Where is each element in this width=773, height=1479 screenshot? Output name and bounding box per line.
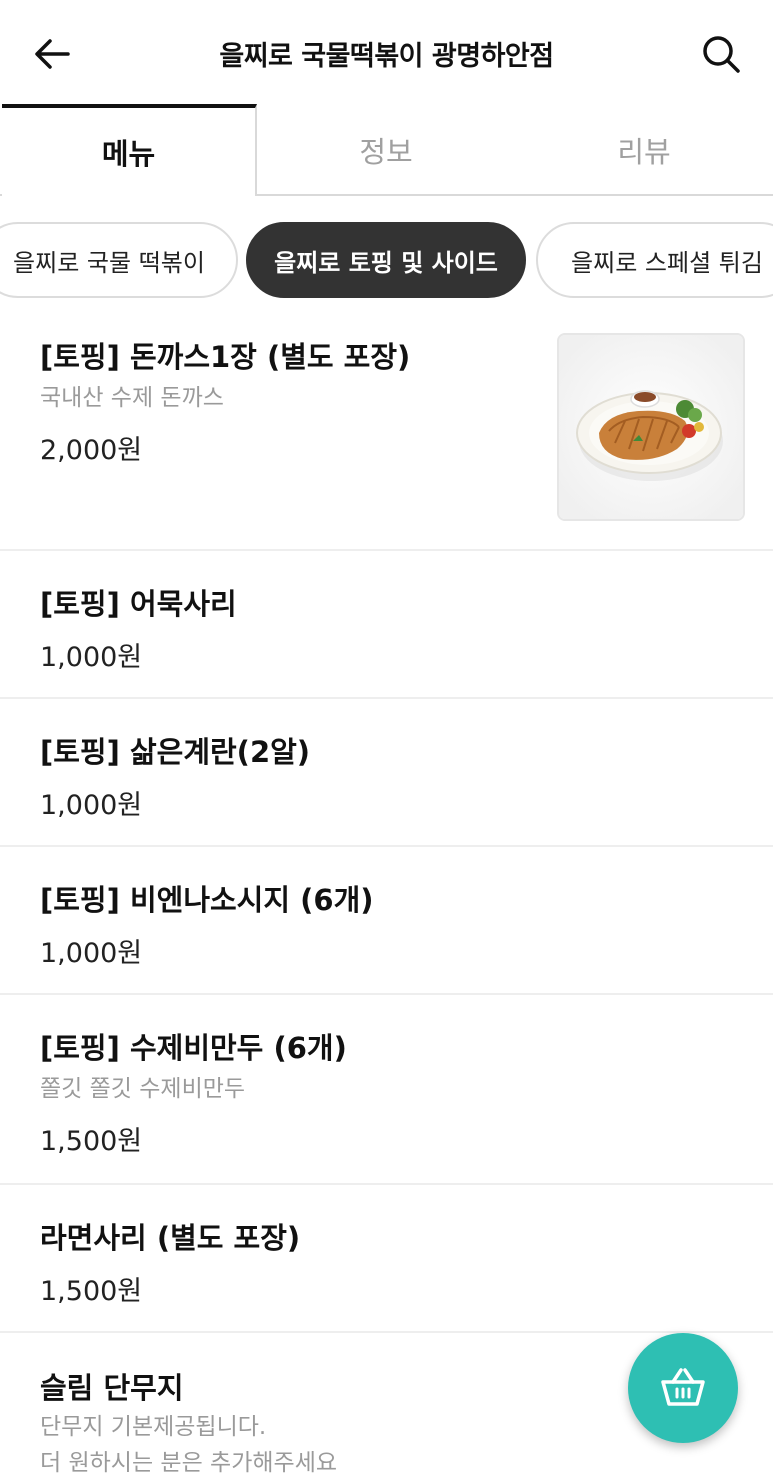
- search-button[interactable]: [697, 30, 745, 78]
- menu-item[interactable]: [토핑] 수제비만두 (6개) 쫄깃 쫄깃 수제비만두 1,500원: [0, 995, 773, 1185]
- pork-cutlet-plate-image: [559, 335, 743, 519]
- category-chip-special-fried[interactable]: 을찌로 스페셜 튀김: [536, 222, 773, 298]
- menu-item-description: 국내산 수제 돈까스: [40, 385, 224, 411]
- menu-item-price: 1,500원: [40, 1276, 143, 1307]
- menu-item-name: [토핑] 돈까스1장 (별도 포장): [40, 340, 411, 374]
- menu-item-name: 슬림 단무지: [40, 1371, 184, 1405]
- menu-item[interactable]: [토핑] 어묵사리 1,000원: [0, 551, 773, 699]
- cart-button[interactable]: [628, 1333, 738, 1443]
- tab-menu[interactable]: 메뉴: [2, 104, 257, 196]
- store-tabs: 메뉴 정보 리뷰: [0, 104, 773, 196]
- menu-item-price: 1,000원: [40, 642, 143, 673]
- menu-item[interactable]: [토핑] 삶은계란(2알) 1,000원: [0, 699, 773, 847]
- menu-item-name: 라면사리 (별도 포장): [40, 1221, 301, 1255]
- back-button[interactable]: [30, 32, 74, 76]
- menu-item-name: [토핑] 어묵사리: [40, 587, 237, 621]
- top-app-bar: 을찌로 국물떡볶이 광명하안점: [0, 0, 773, 106]
- menu-item-image: [557, 333, 745, 521]
- tab-reviews[interactable]: 리뷰: [515, 104, 773, 196]
- store-title: 을찌로 국물떡볶이 광명하안점: [219, 41, 554, 72]
- tab-info[interactable]: 정보: [257, 104, 515, 196]
- menu-item-name: [토핑] 삶은계란(2알): [40, 735, 311, 769]
- search-icon: [703, 36, 740, 73]
- menu-item-price: 2,000원: [40, 435, 143, 466]
- menu-item-description-line: 단무지 기본제공됩니다.: [40, 1414, 267, 1440]
- category-chip-topping-side[interactable]: 을찌로 토핑 및 사이드: [246, 222, 526, 298]
- menu-item[interactable]: [토핑] 돈까스1장 (별도 포장) 국내산 수제 돈까스 2,000원: [0, 302, 773, 551]
- menu-item-description: 쫄깃 쫄깃 수제비만두: [40, 1076, 246, 1102]
- category-chips: 을찌로 국물 떡볶이 을찌로 토핑 및 사이드 을찌로 스페셜 튀김: [0, 222, 773, 300]
- menu-item-name: [토핑] 수제비만두 (6개): [40, 1031, 347, 1065]
- menu-item-price: 1,500원: [40, 1126, 143, 1157]
- shopping-basket-icon: [661, 1368, 705, 1406]
- menu-item-price: 1,000원: [40, 790, 143, 821]
- menu-item-description-line: 더 원하시는 분은 추가해주세요: [40, 1450, 338, 1476]
- menu-item-name: [토핑] 비엔나소시지 (6개): [40, 883, 374, 917]
- arrow-left-icon: [35, 39, 70, 69]
- category-chip-soup-tteokbokki[interactable]: 을찌로 국물 떡볶이: [0, 222, 238, 298]
- menu-item[interactable]: [토핑] 비엔나소시지 (6개) 1,000원: [0, 847, 773, 995]
- menu-item-price: 1,000원: [40, 938, 143, 969]
- menu-item[interactable]: 라면사리 (별도 포장) 1,500원: [0, 1185, 773, 1333]
